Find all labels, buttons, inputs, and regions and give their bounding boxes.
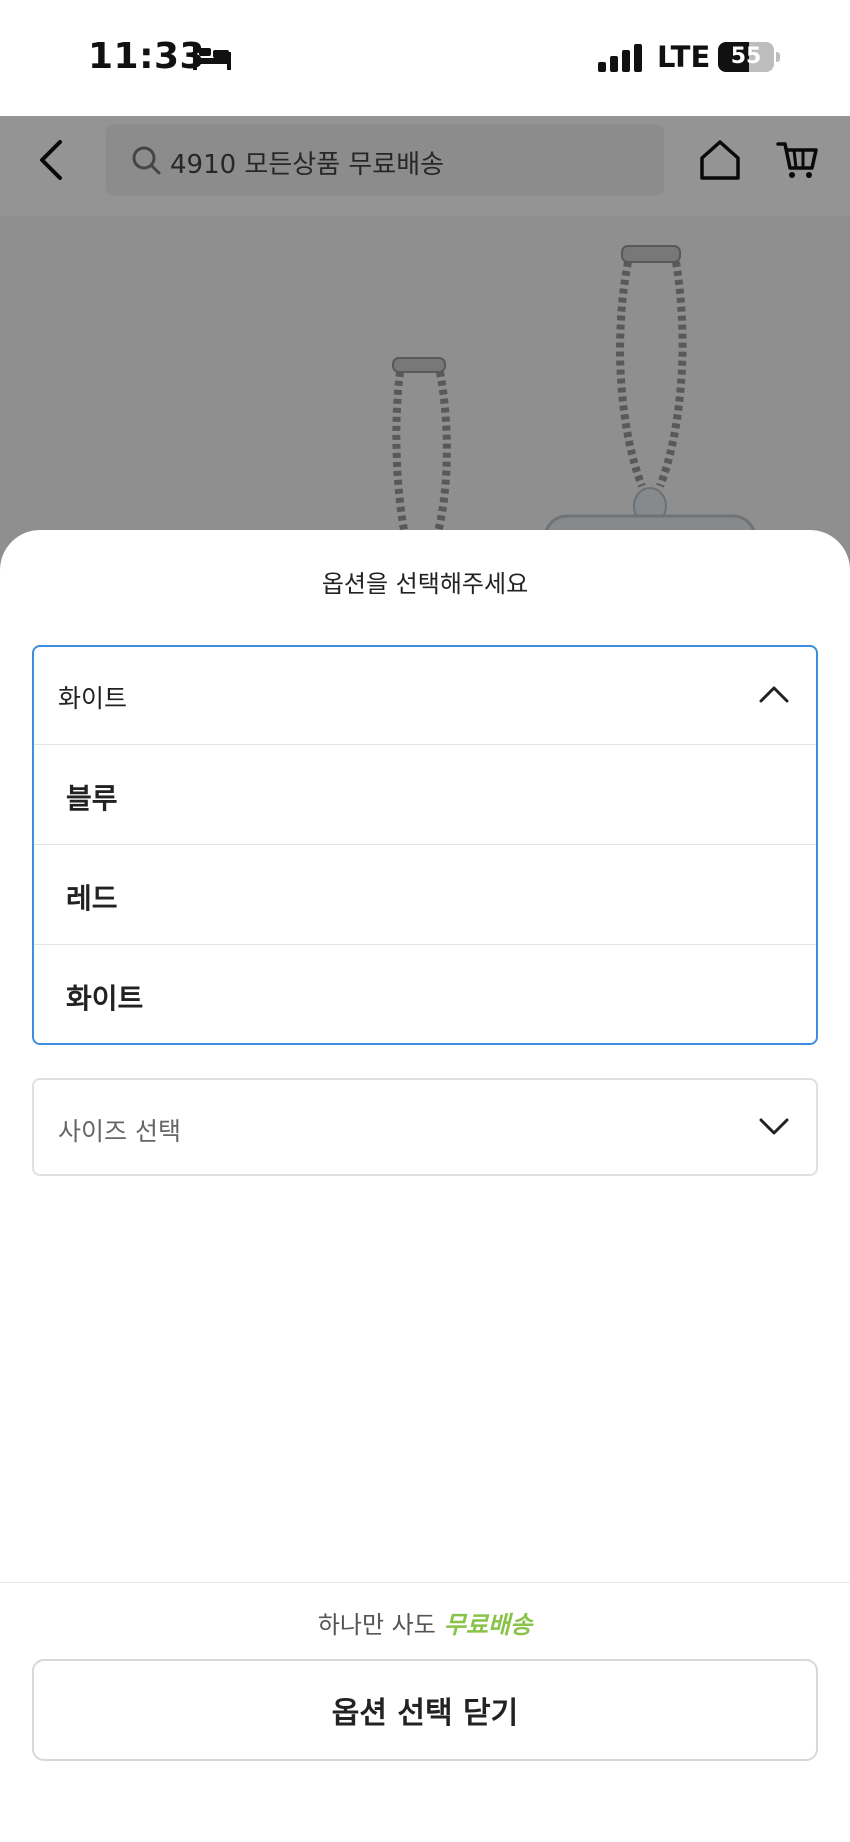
option-label: 블루 [66, 782, 118, 815]
color-select[interactable]: 화이트 블루 레드 화이트 [32, 645, 818, 1045]
status-time: 11:33 [88, 36, 206, 77]
shipping-notice: 하나만 사도 무료배송 [0, 1605, 850, 1640]
color-select-value: 화이트 [58, 684, 128, 713]
chevron-up-icon [759, 686, 789, 703]
color-option-blue[interactable]: 블루 [34, 745, 816, 845]
size-select[interactable]: 사이즈 선택 [32, 1078, 818, 1176]
size-select-placeholder: 사이즈 선택 [58, 1117, 181, 1146]
shipping-prefix: 하나만 사도 [317, 1611, 436, 1639]
signal-icon [598, 44, 642, 72]
sheet-title: 옵션을 선택해주세요 [321, 570, 529, 598]
network-label: LTE [657, 40, 711, 74]
bottom-bar: 하나만 사도 무료배송 옵션 선택 닫기 [0, 1582, 850, 1842]
color-select-header[interactable]: 화이트 [34, 647, 816, 745]
chevron-down-icon [759, 1118, 789, 1135]
battery-icon: 55 [718, 42, 780, 72]
color-option-white[interactable]: 화이트 [34, 945, 816, 1043]
color-option-red[interactable]: 레드 [34, 845, 816, 945]
bed-icon [193, 46, 231, 70]
option-label: 레드 [66, 882, 118, 915]
option-label: 화이트 [66, 982, 144, 1015]
close-options-button[interactable]: 옵션 선택 닫기 [32, 1659, 818, 1761]
status-bar: 11:33 LTE 55 [0, 0, 850, 116]
option-sheet: 옵션을 선택해주세요 화이트 블루 레드 화이트 사이즈 선택 하나만 사도 무료… [0, 530, 850, 1842]
free-shipping-label: 무료배송 [443, 1611, 533, 1639]
battery-percent: 55 [730, 44, 762, 69]
